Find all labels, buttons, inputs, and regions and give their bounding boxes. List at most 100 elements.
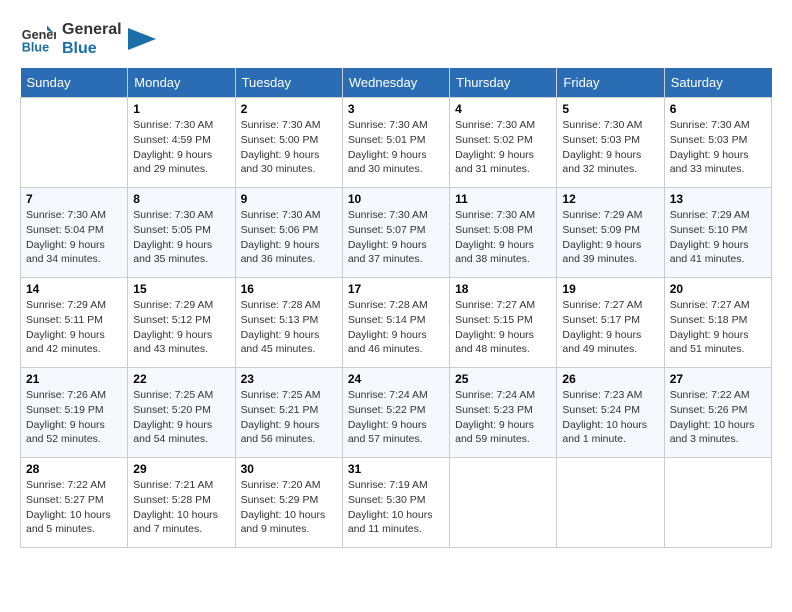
logo-general: General <box>62 20 122 39</box>
calendar-cell: 29 Sunrise: 7:21 AMSunset: 5:28 PMDayligh… <box>128 458 235 548</box>
day-number: 28 <box>26 462 122 476</box>
calendar-cell: 9Sunrise: 7:30 AMSunset: 5:06 PMDaylight… <box>235 188 342 278</box>
day-info: Sunrise: 7:27 AMSunset: 5:15 PMDaylight:… <box>455 298 551 357</box>
logo-arrow-icon <box>128 28 156 50</box>
day-info: Sunrise: 7:30 AMSunset: 5:02 PMDaylight:… <box>455 118 551 177</box>
calendar-week-5: 28 Sunrise: 7:22 AMSunset: 5:27 PMDayligh… <box>21 458 772 548</box>
calendar-cell <box>450 458 557 548</box>
day-number: 23 <box>241 372 337 386</box>
day-number: 26 <box>562 372 658 386</box>
col-header-sunday: Sunday <box>21 68 128 98</box>
day-info: Sunrise: 7:26 AMSunset: 5:19 PMDaylight:… <box>26 388 122 447</box>
day-info: Sunrise: 7:30 AMSunset: 5:03 PMDaylight:… <box>670 118 766 177</box>
calendar-cell: 15Sunrise: 7:29 AMSunset: 5:12 PMDayligh… <box>128 278 235 368</box>
day-number: 4 <box>455 102 551 116</box>
calendar-cell: 4 Sunrise: 7:30 AMSunset: 5:02 PMDaylight… <box>450 98 557 188</box>
day-info: Sunrise: 7:28 AMSunset: 5:14 PMDaylight:… <box>348 298 444 357</box>
day-number: 21 <box>26 372 122 386</box>
logo-icon: General Blue <box>20 21 56 57</box>
calendar-cell: 1 Sunrise: 7:30 AMSunset: 4:59 PMDaylight… <box>128 98 235 188</box>
calendar-cell: 27 Sunrise: 7:22 AMSunset: 5:26 PMDayligh… <box>664 368 771 458</box>
day-number: 13 <box>670 192 766 206</box>
calendar-cell: 8Sunrise: 7:30 AMSunset: 5:05 PMDaylight… <box>128 188 235 278</box>
day-info: Sunrise: 7:24 AMSunset: 5:23 PMDaylight:… <box>455 388 551 447</box>
calendar-cell: 19 Sunrise: 7:27 AMSunset: 5:17 PMDayligh… <box>557 278 664 368</box>
day-info: Sunrise: 7:24 AMSunset: 5:22 PMDaylight:… <box>348 388 444 447</box>
day-number: 22 <box>133 372 229 386</box>
calendar-cell: 22 Sunrise: 7:25 AMSunset: 5:20 PMDayligh… <box>128 368 235 458</box>
calendar-cell: 28 Sunrise: 7:22 AMSunset: 5:27 PMDayligh… <box>21 458 128 548</box>
day-info: Sunrise: 7:29 AMSunset: 5:12 PMDaylight:… <box>133 298 229 357</box>
day-info: Sunrise: 7:30 AMSunset: 5:08 PMDaylight:… <box>455 208 551 267</box>
day-info: Sunrise: 7:22 AMSunset: 5:26 PMDaylight:… <box>670 388 766 447</box>
day-info: Sunrise: 7:22 AMSunset: 5:27 PMDaylight:… <box>26 478 122 537</box>
calendar-cell: 20 Sunrise: 7:27 AMSunset: 5:18 PMDayligh… <box>664 278 771 368</box>
calendar-table: SundayMondayTuesdayWednesdayThursdayFrid… <box>20 68 772 548</box>
day-info: Sunrise: 7:30 AMSunset: 4:59 PMDaylight:… <box>133 118 229 177</box>
calendar-cell: 17 Sunrise: 7:28 AMSunset: 5:14 PMDayligh… <box>342 278 449 368</box>
day-info: Sunrise: 7:27 AMSunset: 5:18 PMDaylight:… <box>670 298 766 357</box>
day-number: 18 <box>455 282 551 296</box>
calendar-cell: 25Sunrise: 7:24 AMSunset: 5:23 PMDayligh… <box>450 368 557 458</box>
calendar-cell: 6 Sunrise: 7:30 AMSunset: 5:03 PMDaylight… <box>664 98 771 188</box>
calendar-cell: 16Sunrise: 7:28 AMSunset: 5:13 PMDayligh… <box>235 278 342 368</box>
calendar-cell: 21 Sunrise: 7:26 AMSunset: 5:19 PMDayligh… <box>21 368 128 458</box>
calendar-cell <box>664 458 771 548</box>
calendar-week-4: 21 Sunrise: 7:26 AMSunset: 5:19 PMDayligh… <box>21 368 772 458</box>
day-info: Sunrise: 7:20 AMSunset: 5:29 PMDaylight:… <box>241 478 337 537</box>
day-number: 5 <box>562 102 658 116</box>
col-header-saturday: Saturday <box>664 68 771 98</box>
calendar-cell: 14Sunrise: 7:29 AMSunset: 5:11 PMDayligh… <box>21 278 128 368</box>
day-number: 20 <box>670 282 766 296</box>
col-header-wednesday: Wednesday <box>342 68 449 98</box>
day-number: 6 <box>670 102 766 116</box>
calendar-cell: 11Sunrise: 7:30 AMSunset: 5:08 PMDayligh… <box>450 188 557 278</box>
day-number: 30 <box>241 462 337 476</box>
day-info: Sunrise: 7:29 AMSunset: 5:10 PMDaylight:… <box>670 208 766 267</box>
day-info: Sunrise: 7:30 AMSunset: 5:03 PMDaylight:… <box>562 118 658 177</box>
day-info: Sunrise: 7:30 AMSunset: 5:00 PMDaylight:… <box>241 118 337 177</box>
day-number: 14 <box>26 282 122 296</box>
page-header: General Blue General Blue <box>20 20 772 58</box>
day-number: 16 <box>241 282 337 296</box>
day-info: Sunrise: 7:19 AMSunset: 5:30 PMDaylight:… <box>348 478 444 537</box>
day-info: Sunrise: 7:29 AMSunset: 5:09 PMDaylight:… <box>562 208 658 267</box>
day-info: Sunrise: 7:30 AMSunset: 5:06 PMDaylight:… <box>241 208 337 267</box>
calendar-cell: 5 Sunrise: 7:30 AMSunset: 5:03 PMDaylight… <box>557 98 664 188</box>
day-number: 27 <box>670 372 766 386</box>
calendar-cell: 7 Sunrise: 7:30 AMSunset: 5:04 PMDaylight… <box>21 188 128 278</box>
calendar-cell: 24Sunrise: 7:24 AMSunset: 5:22 PMDayligh… <box>342 368 449 458</box>
day-info: Sunrise: 7:30 AMSunset: 5:07 PMDaylight:… <box>348 208 444 267</box>
calendar-cell: 23 Sunrise: 7:25 AMSunset: 5:21 PMDayligh… <box>235 368 342 458</box>
day-info: Sunrise: 7:30 AMSunset: 5:04 PMDaylight:… <box>26 208 122 267</box>
calendar-cell: 10 Sunrise: 7:30 AMSunset: 5:07 PMDayligh… <box>342 188 449 278</box>
day-info: Sunrise: 7:21 AMSunset: 5:28 PMDaylight:… <box>133 478 229 537</box>
day-number: 19 <box>562 282 658 296</box>
calendar-cell: 26 Sunrise: 7:23 AMSunset: 5:24 PMDayligh… <box>557 368 664 458</box>
day-number: 17 <box>348 282 444 296</box>
day-number: 1 <box>133 102 229 116</box>
calendar-cell: 30 Sunrise: 7:20 AMSunset: 5:29 PMDayligh… <box>235 458 342 548</box>
day-info: Sunrise: 7:30 AMSunset: 5:01 PMDaylight:… <box>348 118 444 177</box>
calendar-header-row: SundayMondayTuesdayWednesdayThursdayFrid… <box>21 68 772 98</box>
col-header-monday: Monday <box>128 68 235 98</box>
day-number: 7 <box>26 192 122 206</box>
calendar-cell: 18 Sunrise: 7:27 AMSunset: 5:15 PMDayligh… <box>450 278 557 368</box>
day-info: Sunrise: 7:27 AMSunset: 5:17 PMDaylight:… <box>562 298 658 357</box>
day-info: Sunrise: 7:23 AMSunset: 5:24 PMDaylight:… <box>562 388 658 447</box>
calendar-week-2: 7 Sunrise: 7:30 AMSunset: 5:04 PMDaylight… <box>21 188 772 278</box>
day-number: 10 <box>348 192 444 206</box>
calendar-cell: 3Sunrise: 7:30 AMSunset: 5:01 PMDaylight… <box>342 98 449 188</box>
svg-text:Blue: Blue <box>22 41 49 55</box>
calendar-cell: 13 Sunrise: 7:29 AMSunset: 5:10 PMDayligh… <box>664 188 771 278</box>
day-info: Sunrise: 7:25 AMSunset: 5:21 PMDaylight:… <box>241 388 337 447</box>
calendar-cell: 2 Sunrise: 7:30 AMSunset: 5:00 PMDaylight… <box>235 98 342 188</box>
day-info: Sunrise: 7:30 AMSunset: 5:05 PMDaylight:… <box>133 208 229 267</box>
calendar-cell: 12Sunrise: 7:29 AMSunset: 5:09 PMDayligh… <box>557 188 664 278</box>
day-number: 29 <box>133 462 229 476</box>
calendar-cell: 31Sunrise: 7:19 AMSunset: 5:30 PMDayligh… <box>342 458 449 548</box>
day-info: Sunrise: 7:25 AMSunset: 5:20 PMDaylight:… <box>133 388 229 447</box>
calendar-cell <box>21 98 128 188</box>
day-number: 2 <box>241 102 337 116</box>
col-header-friday: Friday <box>557 68 664 98</box>
